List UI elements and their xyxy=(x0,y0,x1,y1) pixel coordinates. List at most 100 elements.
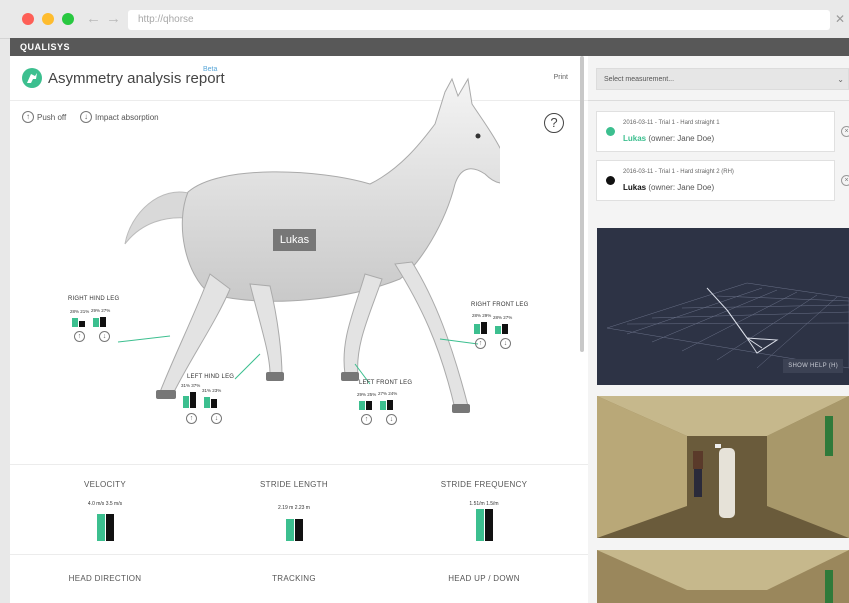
arrow-right-icon[interactable]: → xyxy=(106,10,121,27)
video-frame-graphic xyxy=(597,396,849,538)
metric-title: STRIDE LENGTH xyxy=(260,480,328,489)
leg-bar-group: 29% 27% xyxy=(91,308,110,327)
series-color-dot xyxy=(606,176,615,185)
metric-tracking: TRACKING xyxy=(199,574,389,583)
horse-name: Lukas xyxy=(623,183,647,192)
video-frame-graphic xyxy=(597,550,849,603)
metric-stride-frequency: STRIDE FREQUENCY 1.51/m 1.5/m xyxy=(389,480,579,541)
metric-stride-length: STRIDE LENGTH 2.19 m 2.23 m xyxy=(199,480,389,541)
arrow-up-icon[interactable]: ↑ xyxy=(74,331,85,342)
leg-bar-value: 31% 37% xyxy=(181,383,201,388)
metric-velocity: VELOCITY 4.0 m/s 3.5 m/s xyxy=(10,480,200,541)
leg-arrows-right-front: ↑ ↓ xyxy=(475,338,511,349)
sidebar-divider xyxy=(588,100,849,101)
measurement-card[interactable]: 2016-03-11 - Trial 1 - Hard straight 1 L… xyxy=(596,111,835,152)
horse-name-tag: Lukas xyxy=(273,229,316,251)
metric-bars xyxy=(10,509,200,541)
brand-name: QUALISYS xyxy=(20,42,71,52)
metric-title: HEAD UP / DOWN xyxy=(448,574,520,583)
arrow-down-icon: ↓ xyxy=(80,111,92,123)
metric-bars xyxy=(389,509,579,541)
remove-icon[interactable]: × xyxy=(841,175,849,186)
section-divider xyxy=(10,464,588,465)
leg-label-right-front: RIGHT FRONT LEG xyxy=(471,302,529,308)
leg-arrows-right-hind: ↑ ↓ xyxy=(74,331,110,342)
video-feed-2[interactable] xyxy=(597,550,849,603)
horse-name: Lukas xyxy=(623,134,647,143)
leg-bar-group: 27% 24% xyxy=(378,391,397,410)
browser-chrome: ← → http://qhorse ✕ xyxy=(0,0,849,39)
minimize-window-button[interactable] xyxy=(42,13,54,25)
measurement-card[interactable]: 2016-03-11 - Trial 1 - Hard straight 2 (… xyxy=(596,160,835,201)
scrollbar[interactable] xyxy=(580,56,584,352)
arrow-up-icon: ↑ xyxy=(22,111,34,123)
leg-label-right-hind: RIGHT HIND LEG xyxy=(68,296,120,302)
leg-label-left-front: LEFT FRONT LEG xyxy=(359,380,413,386)
show-help-button[interactable]: SHOW HELP (H) xyxy=(783,359,843,373)
leg-label-left-hind: LEFT HIND LEG xyxy=(187,374,235,380)
video-feed-1[interactable] xyxy=(597,396,849,538)
url-bar[interactable]: http://qhorse xyxy=(128,10,830,30)
legend-push-off-label: Push off xyxy=(37,112,67,122)
arrow-down-icon[interactable]: ↓ xyxy=(99,331,110,342)
leg-bar-group: 31% 23% xyxy=(202,388,221,408)
arrow-left-icon[interactable]: ← xyxy=(86,10,101,27)
leg-bars-left-front: 29% 25% 27% 24% xyxy=(357,391,397,410)
metric-head-direction: HEAD DIRECTION xyxy=(10,574,200,583)
leg-bar-value: 31% 23% xyxy=(202,388,222,393)
leg-bar-value: 29% 27% xyxy=(91,308,111,313)
metric-title: STRIDE FREQUENCY xyxy=(440,480,528,489)
arrow-up-icon[interactable]: ↑ xyxy=(186,413,197,424)
arrow-down-icon[interactable]: ↓ xyxy=(211,413,222,424)
metric-values: 1.51/m 1.5/m xyxy=(469,501,499,507)
horse-owner: Lukas (owner: Jane Doe) xyxy=(623,134,714,143)
metric-title: VELOCITY xyxy=(84,480,126,489)
arrow-down-icon[interactable]: ↓ xyxy=(386,414,397,425)
leg-bar-value: 28% 29% xyxy=(472,313,492,318)
close-window-button[interactable] xyxy=(22,13,34,25)
leg-bars-right-hind: 28% 21% 29% 27% xyxy=(70,308,110,327)
leg-bar-group: 31% 37% xyxy=(181,383,200,408)
remove-icon[interactable]: × xyxy=(841,126,849,137)
leg-bar-value: 28% 27% xyxy=(493,315,513,320)
leg-arrows-left-front: ↑ ↓ xyxy=(361,414,397,425)
horse-logo-icon xyxy=(22,68,42,88)
leg-bar-group: 28% 27% xyxy=(493,315,512,334)
leg-bar-group: 28% 21% xyxy=(70,309,89,327)
arrow-down-icon[interactable]: ↓ xyxy=(500,338,511,349)
help-button[interactable]: ? xyxy=(544,113,564,133)
series-color-dot xyxy=(606,127,615,136)
measurement-select[interactable]: Select measurement... ⌄ xyxy=(596,68,849,90)
measurement-sidebar: Select measurement... ⌄ 2016-03-11 - Tri… xyxy=(588,56,849,603)
metric-values: 2.19 m 2.23 m xyxy=(278,505,310,511)
metric-title: HEAD DIRECTION xyxy=(68,574,142,583)
arrow-up-icon[interactable]: ↑ xyxy=(361,414,372,425)
leg-bars-left-hind: 31% 37% 31% 23% xyxy=(181,383,221,408)
measurement-title: 2016-03-11 - Trial 1 - Hard straight 1 xyxy=(623,120,720,126)
leg-bar-group: 28% 29% xyxy=(472,313,491,334)
brand-bar: QUALISYS xyxy=(10,38,849,56)
metric-bars xyxy=(199,513,389,541)
chevron-down-icon: ⌄ xyxy=(837,75,844,84)
report-panel: Asymmetry analysis report Beta Print ↑ P… xyxy=(10,56,588,603)
arrow-up-icon[interactable]: ↑ xyxy=(475,338,486,349)
leg-arrows-left-hind: ↑ ↓ xyxy=(186,413,222,424)
leg-bar-group: 29% 25% xyxy=(357,392,376,410)
metric-title: TRACKING xyxy=(272,574,316,583)
beta-badge: Beta xyxy=(203,66,218,73)
metric-values: 4.0 m/s 3.5 m/s xyxy=(87,501,123,507)
metric-head-up-down: HEAD UP / DOWN xyxy=(389,574,579,583)
owner-label: (owner: Jane Doe) xyxy=(648,134,715,143)
legend-push-off: ↑ Push off xyxy=(22,111,66,123)
leg-bar-value: 29% 25% xyxy=(357,392,377,397)
leg-bar-value: 27% 24% xyxy=(378,391,398,396)
measurement-title: 2016-03-11 - Trial 1 - Hard straight 2 (… xyxy=(623,169,734,175)
close-icon[interactable]: ✕ xyxy=(835,12,845,26)
maximize-window-button[interactable] xyxy=(62,13,74,25)
leg-bars-right-front: 28% 29% 28% 27% xyxy=(472,313,512,334)
3d-motion-view[interactable]: SHOW HELP (H) xyxy=(597,228,849,385)
print-link[interactable]: Print xyxy=(554,74,568,81)
owner-label: (owner: Jane Doe) xyxy=(648,183,715,192)
section-divider xyxy=(10,554,588,555)
select-placeholder: Select measurement... xyxy=(604,76,675,83)
